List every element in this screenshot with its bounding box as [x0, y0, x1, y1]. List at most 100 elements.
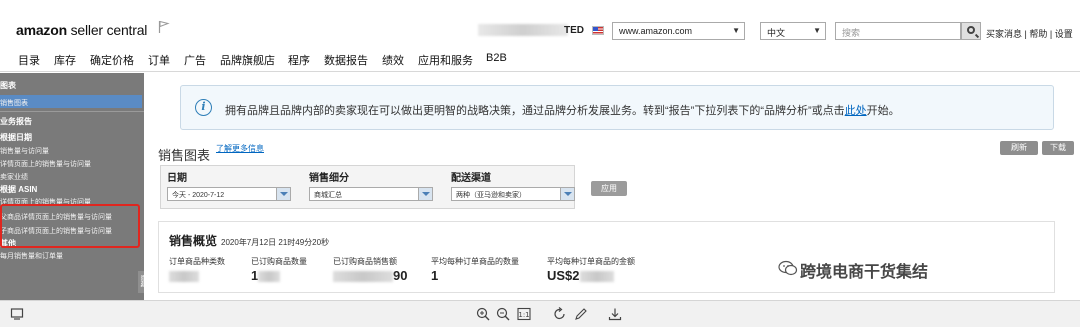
sales-overview-panel: 销售概览 2020年7月12日 21时49分20秒 订单商品种类数 已订购商品数量… — [158, 221, 1055, 293]
blurred-value — [258, 271, 281, 283]
reports-sidebar: 图表 销售图表 业务报告 根据日期 销售量与访问量 详情页面上的销售量与访问量 … — [0, 73, 144, 300]
sidebar-divider — [0, 111, 144, 112]
help-link[interactable]: 帮助 — [1029, 29, 1047, 39]
metric-label-units-ordered: 已订购商品数量 — [251, 257, 307, 266]
sidebar-heading-charts: 图表 — [0, 81, 16, 90]
date-value: 今天 - 2020-7-12 — [172, 192, 225, 199]
metric-label-order-items: 订单商品种类数 — [169, 257, 225, 266]
learn-more-link[interactable]: 了解更多信息 — [216, 143, 264, 154]
banner-here-link[interactable]: 此处 — [845, 105, 867, 117]
brand-analytics-banner: i 拥有品牌且品牌内部的卖家现在可以做出更明智的战略决策，通过品牌分析发展业务。… — [180, 85, 1054, 130]
fulfillment-channel-label: 配送渠道 — [451, 173, 491, 184]
date-select[interactable]: 今天 - 2020-7-12 — [167, 187, 291, 201]
overview-timestamp: 2020年7月12日 21时49分20秒 — [221, 238, 330, 247]
search-placeholder: 搜索 — [842, 28, 861, 38]
top-header: amazon seller central TED www.amazon.com… — [0, 0, 1080, 45]
avg-sales-digits: US$2 — [547, 268, 580, 283]
banner-text: 拥有品牌且品牌内部的卖家现在可以做出更明智的战略决策，通过品牌分析发展业务。转到… — [225, 102, 900, 118]
account-name-suffix: TED — [564, 25, 584, 36]
sidebar-item-seller-performance[interactable]: 卖家业绩 — [0, 172, 28, 182]
sidebar-heading-by-asin: 根据 ASIN — [0, 185, 38, 194]
rotate-icon[interactable] — [553, 307, 567, 321]
marketplace-select[interactable]: www.amazon.com ▼ — [612, 22, 745, 40]
metric-value-units-ordered: 1 — [251, 268, 281, 283]
metric-label-avg-units: 平均每种订单商品的数量 — [431, 257, 519, 266]
chevron-down-icon — [418, 188, 432, 200]
download-icon[interactable] — [608, 307, 622, 321]
nav-orders[interactable]: 订单 — [148, 52, 170, 68]
nav-stores[interactable]: 品牌旗舰店 — [220, 52, 275, 68]
watermark-text: 跨境电商干货集结 — [800, 264, 929, 281]
seller-central-page: amazon seller central TED www.amazon.com… — [0, 0, 1080, 327]
filter-panel: 日期 今天 - 2020-7-12 销售细分 商城汇总 配送渠道 两种（亚马逊和… — [160, 165, 575, 209]
sidebar-item-sales-chart[interactable]: 销售图表 — [0, 98, 28, 108]
metric-label-avg-sales: 平均每种订单商品的金额 — [547, 257, 635, 266]
nav-reports[interactable]: 数据报告 — [324, 52, 368, 68]
nav-apps-services[interactable]: 应用和服务 — [418, 52, 473, 68]
main-content: i 拥有品牌且品牌内部的卖家现在可以做出更明智的战略决策，通过品牌分析发展业务。… — [144, 73, 1080, 300]
svg-text:1:1: 1:1 — [518, 311, 529, 319]
chevron-down-icon: ▼ — [813, 26, 821, 35]
info-icon: i — [195, 99, 212, 116]
nav-advertising[interactable]: 广告 — [184, 52, 206, 68]
apply-button[interactable]: 应用 — [591, 181, 627, 196]
chevron-down-icon: ▼ — [732, 26, 740, 35]
date-label: 日期 — [167, 173, 187, 184]
nav-performance[interactable]: 绩效 — [382, 52, 404, 68]
flag-icon[interactable] — [158, 20, 170, 34]
logo-bold: amazon — [16, 22, 67, 38]
actual-size-icon[interactable]: 1:1 — [517, 307, 531, 321]
logo-rest: seller central — [66, 22, 148, 38]
marketplace-value: www.amazon.com — [619, 26, 693, 36]
zoom-out-icon[interactable] — [496, 307, 510, 321]
search-input[interactable]: 搜索 — [835, 22, 961, 40]
metric-value-order-items — [169, 268, 199, 283]
sidebar-item-monthly-sales[interactable]: 每月销售量和订单量 — [0, 251, 63, 261]
metric-value-ordered-sales: 90 — [333, 268, 407, 283]
top-links: 买家消息 | 帮助 | 设置 — [986, 29, 1073, 39]
fulfillment-channel-value: 两种（亚马逊和卖家） — [456, 192, 526, 199]
sidebar-item-detail-page-sales[interactable]: 详情页面上的销售量与访问量 — [0, 159, 91, 169]
language-value: 中文 — [767, 28, 786, 38]
main-nav: 目录 库存 确定价格 订单 广告 品牌旗舰店 程序 数据报告 绩效 应用和服务 … — [0, 45, 1080, 72]
settings-link[interactable]: 设置 — [1055, 29, 1073, 39]
wechat-icon — [778, 260, 798, 276]
viewer-toolbar: 1:1 — [0, 300, 1080, 327]
language-select[interactable]: 中文 ▼ — [760, 22, 826, 40]
overview-title: 销售概览 2020年7月12日 21时49分20秒 — [169, 232, 329, 249]
amazon-seller-central-logo[interactable]: amazon seller central — [16, 22, 147, 38]
page-title: 销售图表 — [158, 148, 211, 163]
sidebar-heading-by-date: 根据日期 — [0, 133, 32, 142]
sales-breakdown-value: 商城汇总 — [314, 192, 342, 199]
account-name-blurred — [478, 24, 568, 36]
chevron-down-icon — [560, 188, 574, 200]
refresh-button[interactable]: 刷新 — [1000, 141, 1038, 155]
us-flag-icon — [592, 26, 604, 35]
sales-breakdown-label: 销售细分 — [309, 173, 349, 184]
banner-suffix: 开始。 — [866, 105, 900, 117]
metric-value-avg-sales: US$2 — [547, 268, 614, 283]
nav-pricing[interactable]: 确定价格 — [90, 52, 134, 68]
nav-programs[interactable]: 程序 — [288, 52, 310, 68]
nav-inventory[interactable]: 库存 — [54, 52, 76, 68]
banner-message: 拥有品牌且品牌内部的卖家现在可以做出更明智的战略决策，通过品牌分析发展业务。转到… — [225, 105, 845, 117]
blurred-value — [169, 271, 199, 283]
metric-label-ordered-sales: 已订购商品销售额 — [333, 257, 397, 266]
sidebar-item-sales-traffic[interactable]: 销售量与访问量 — [0, 146, 49, 156]
search-icon — [967, 26, 975, 34]
red-highlight-annotation — [0, 204, 140, 248]
nav-catalog[interactable]: 目录 — [18, 52, 40, 68]
blurred-value — [333, 271, 393, 283]
download-button[interactable]: 下载 — [1042, 141, 1074, 155]
blurred-value — [579, 271, 614, 283]
monitor-icon[interactable] — [10, 307, 24, 321]
overview-title-text: 销售概览 — [169, 234, 218, 248]
fulfillment-channel-select[interactable]: 两种（亚马逊和卖家） — [451, 187, 575, 201]
zoom-in-icon[interactable] — [476, 307, 490, 321]
search-button[interactable] — [961, 22, 981, 40]
nav-b2b[interactable]: B2B — [486, 52, 507, 64]
sales-breakdown-select[interactable]: 商城汇总 — [309, 187, 433, 201]
edit-pencil-icon[interactable] — [574, 307, 588, 321]
buyer-messages-link[interactable]: 买家消息 — [986, 29, 1022, 39]
units-ordered-digit: 1 — [251, 268, 259, 283]
